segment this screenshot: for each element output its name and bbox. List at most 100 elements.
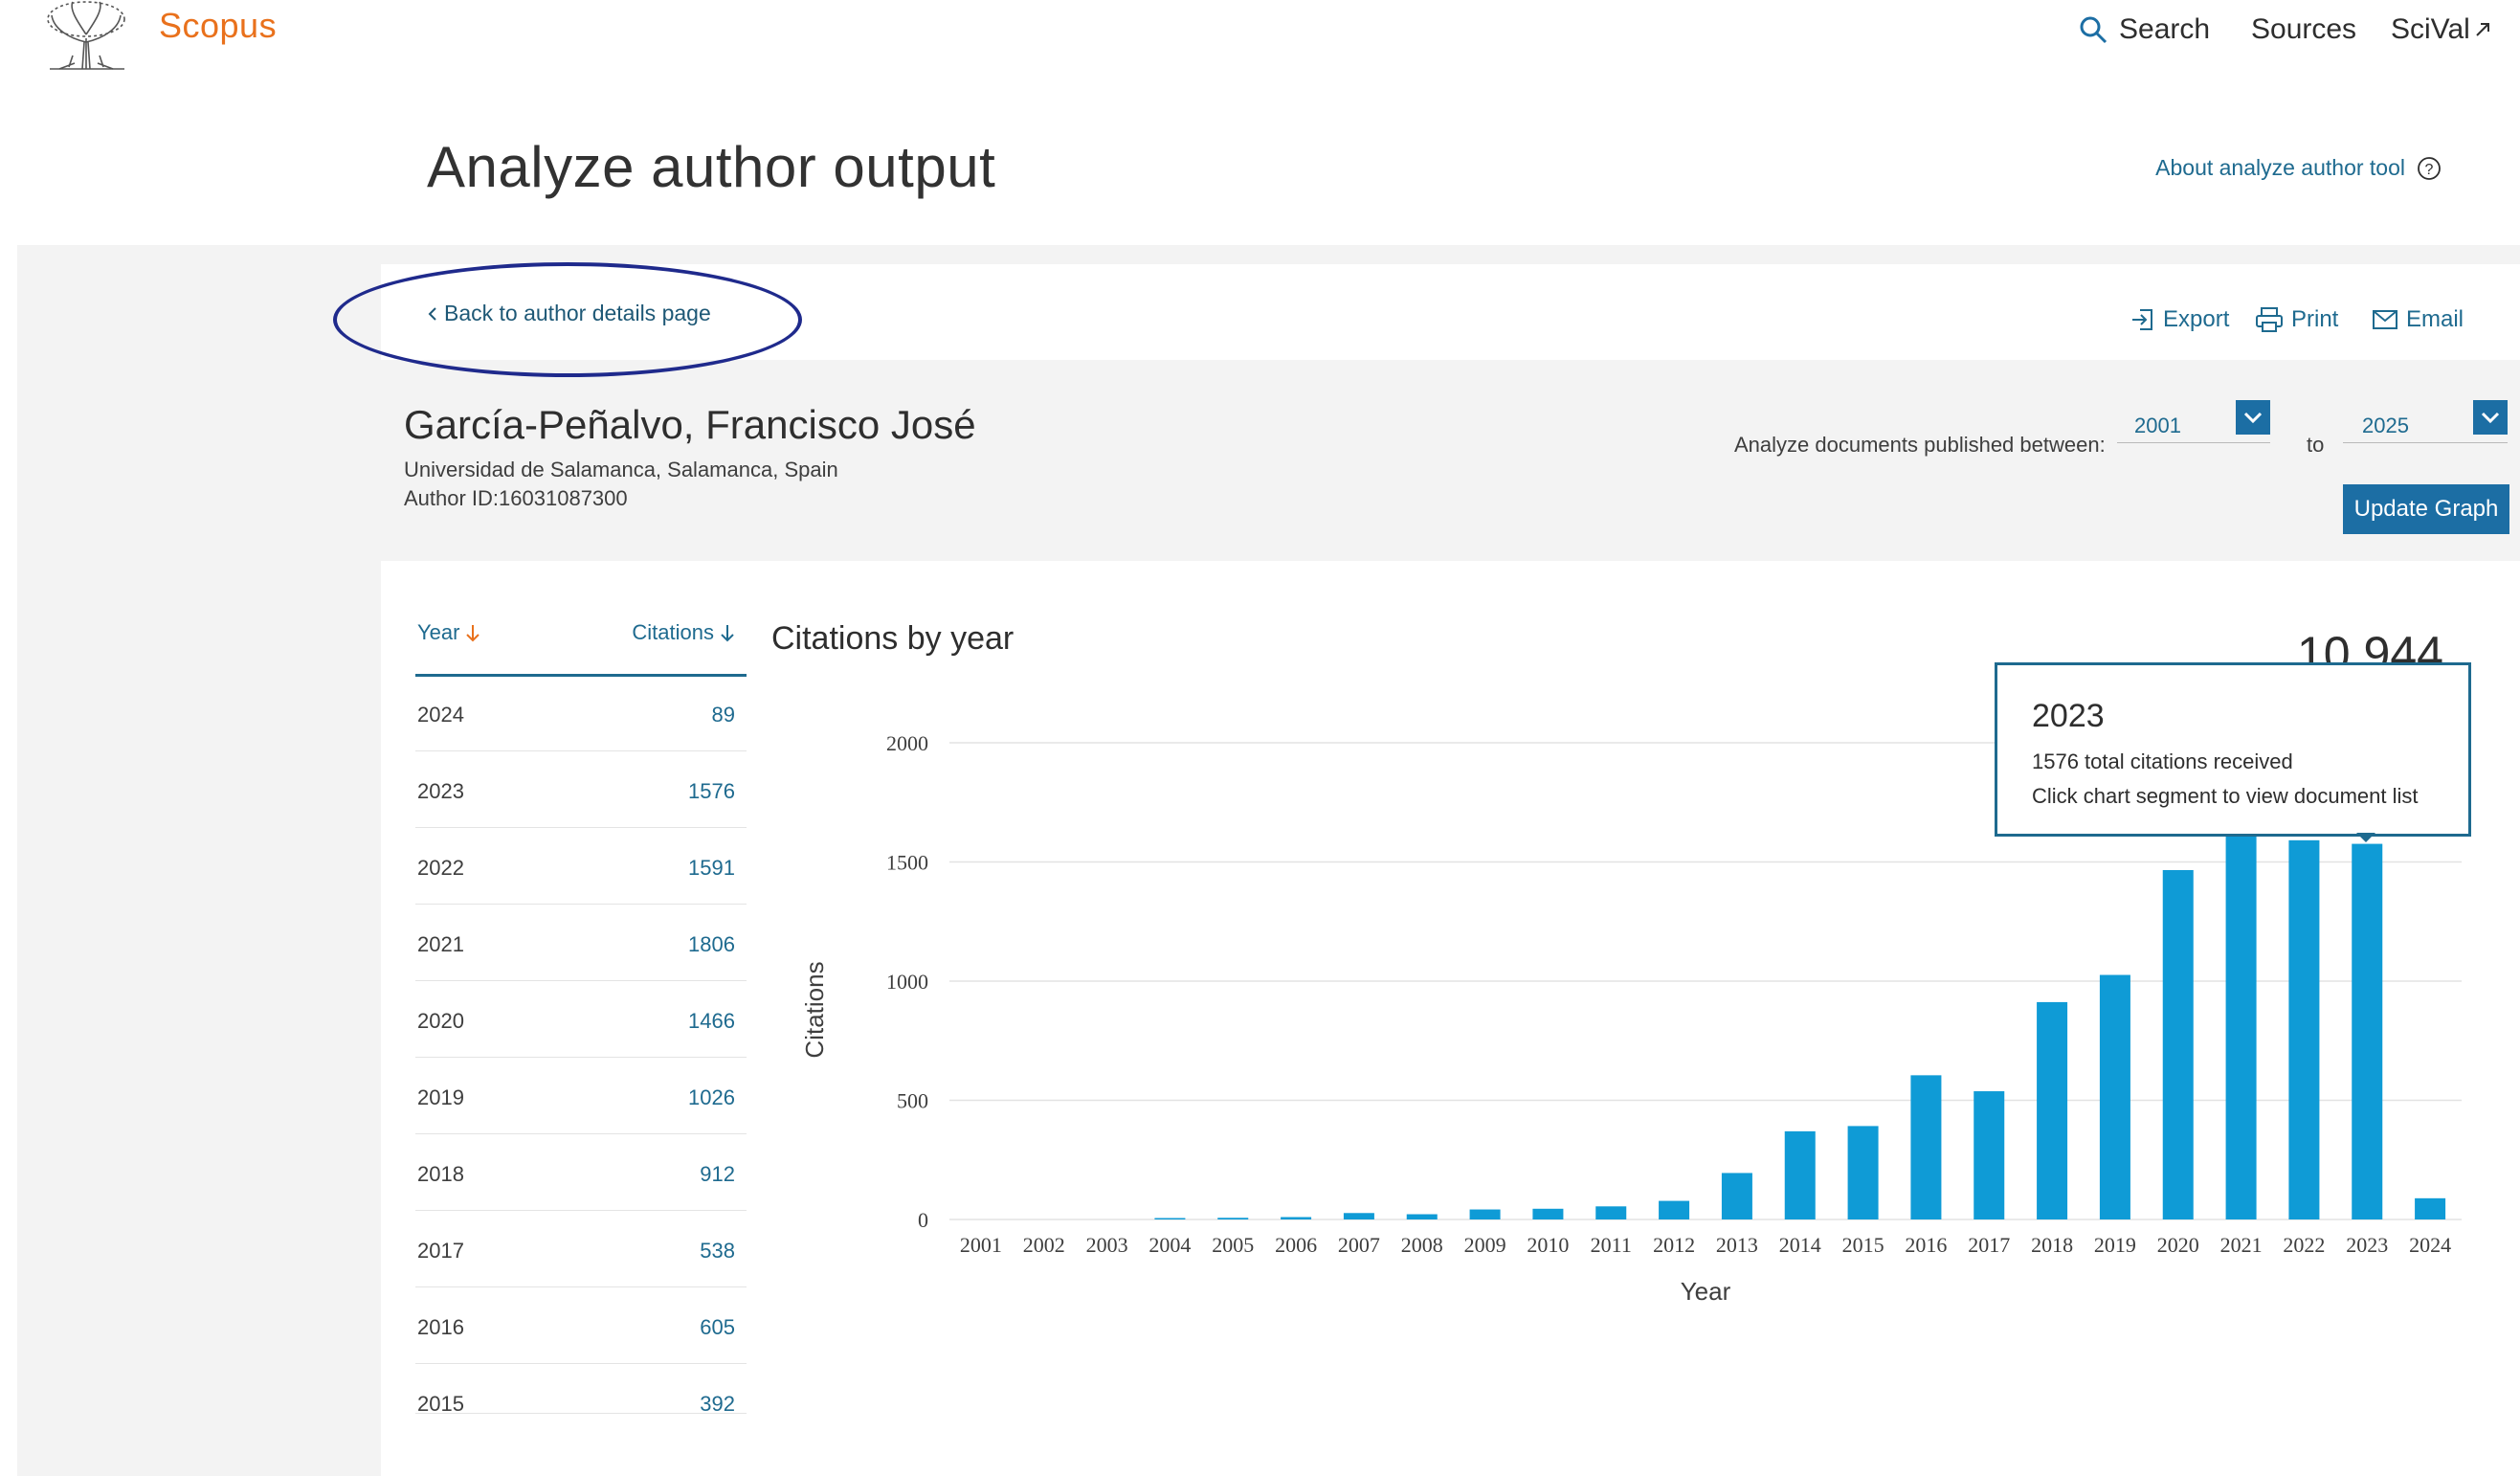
bar-2009[interactable]: [1469, 1209, 1501, 1219]
bar-2016[interactable]: [1910, 1075, 1942, 1219]
about-tool-label: About analyze author tool: [2155, 155, 2405, 180]
table-row: 2019 1026: [415, 1057, 747, 1134]
x-tick-label: 2021: [2220, 1233, 2263, 1257]
update-graph-button[interactable]: Update Graph: [2343, 484, 2509, 534]
x-tick-label: 2022: [2283, 1233, 2325, 1257]
row-citations-link[interactable]: 89: [712, 703, 735, 727]
y-tick-label: 1500: [886, 851, 928, 875]
back-to-author-link[interactable]: Back to author details page: [427, 301, 711, 326]
table-row: 2024 89: [415, 674, 747, 751]
row-year: 2015: [417, 1392, 464, 1414]
bar-2012[interactable]: [1659, 1200, 1690, 1219]
bar-2013[interactable]: [1721, 1173, 1752, 1219]
tooltip-total: 1576 total citations received: [2032, 749, 2293, 773]
citations-sort-header[interactable]: Citations: [632, 620, 737, 645]
nav-sources-label: Sources: [2251, 13, 2357, 45]
bar-2014[interactable]: [1784, 1130, 1816, 1219]
bar-2008[interactable]: [1406, 1214, 1438, 1219]
bar-2021[interactable]: [2225, 789, 2257, 1219]
row-citations-link[interactable]: 1026: [688, 1085, 735, 1110]
total-citations: 10,944: [2297, 627, 2442, 666]
year-sort-header[interactable]: Year: [417, 620, 482, 645]
about-tool-link[interactable]: About analyze author tool ?: [2155, 155, 2442, 181]
print-icon: [2256, 307, 2283, 332]
nav-search[interactable]: Search: [2079, 13, 2210, 46]
row-citations-link[interactable]: 1591: [688, 856, 735, 881]
x-tick-label: 2020: [2157, 1233, 2199, 1257]
bar-2011[interactable]: [1595, 1206, 1627, 1219]
arrow-down-icon: [721, 625, 734, 642]
x-tick-label: 2017: [1968, 1233, 2010, 1257]
row-year: 2020: [417, 1009, 464, 1033]
bar-2004[interactable]: [1154, 1218, 1186, 1220]
row-citations-link[interactable]: 605: [700, 1315, 735, 1340]
bar-2022[interactable]: [2288, 839, 2320, 1219]
citations-table-header: Year Citations: [415, 616, 747, 677]
external-link-icon: [2476, 23, 2489, 36]
row-year: 2024: [417, 703, 464, 727]
bar-2018[interactable]: [2037, 1001, 2068, 1219]
y-tick-label: 500: [897, 1089, 928, 1113]
bar-2005[interactable]: [1217, 1218, 1249, 1219]
table-row: 2021 1806: [415, 904, 747, 981]
elsevier-logo: [47, 1, 125, 70]
email-label: Email: [2406, 306, 2464, 332]
table-row: 2018 912: [415, 1133, 747, 1211]
row-year: 2018: [417, 1162, 464, 1186]
export-button[interactable]: Export: [2130, 306, 2229, 333]
author-affiliation: Universidad de Salamanca, Salamanca, Spa…: [404, 458, 838, 481]
scopus-brand[interactable]: Scopus: [159, 6, 277, 46]
x-tick-label: 2023: [2346, 1233, 2388, 1257]
row-year: 2023: [417, 779, 464, 803]
row-year: 2021: [417, 932, 464, 956]
table-row: 2023 1576: [415, 750, 747, 828]
row-year: 2017: [417, 1239, 464, 1263]
x-tick-label: 2018: [2031, 1233, 2073, 1257]
email-button[interactable]: Email: [2372, 306, 2464, 333]
range-to-label: to: [2307, 433, 2325, 457]
from-year-select[interactable]: 2001: [2117, 400, 2270, 443]
y-tick-label: 2000: [886, 731, 928, 755]
row-citations-link[interactable]: 1466: [688, 1009, 735, 1034]
x-tick-label: 2015: [1842, 1233, 1884, 1257]
nav-scival[interactable]: SciVal: [2391, 13, 2491, 46]
bar-2017[interactable]: [1974, 1091, 2005, 1219]
tooltip-year: 2023: [2032, 698, 2105, 734]
to-year-dropdown[interactable]: [2473, 400, 2508, 435]
bar-2010[interactable]: [1532, 1208, 1564, 1219]
row-citations-link[interactable]: 1576: [688, 779, 735, 804]
row-year: 2019: [417, 1085, 464, 1109]
author-name: García-Peñalvo, Francisco José: [404, 402, 976, 447]
print-button[interactable]: Print: [2255, 306, 2338, 333]
year-header-label: Year: [417, 620, 460, 644]
tooltip-pointer: [2356, 833, 2375, 842]
bar-2015[interactable]: [1847, 1126, 1879, 1219]
help-icon: ?: [2418, 156, 2441, 180]
chevron-down-icon: [2243, 412, 2263, 424]
row-citations-link[interactable]: 538: [700, 1239, 735, 1264]
x-tick-label: 2009: [1464, 1233, 1506, 1257]
bar-2019[interactable]: [2099, 974, 2130, 1219]
nav-scival-label: SciVal: [2391, 13, 2470, 45]
y-tick-label: 0: [918, 1208, 928, 1232]
row-citations-link[interactable]: 1806: [688, 932, 735, 957]
export-icon: [2132, 309, 2152, 330]
chevron-down-icon: [2481, 412, 2500, 424]
nav-sources[interactable]: Sources: [2251, 13, 2356, 46]
x-tick-label: 2024: [2409, 1233, 2451, 1257]
from-year-dropdown[interactable]: [2236, 400, 2270, 435]
bar-2006[interactable]: [1281, 1217, 1312, 1219]
row-citations-link[interactable]: 912: [700, 1162, 735, 1187]
bar-2024[interactable]: [2415, 1197, 2446, 1219]
back-link-label: Back to author details page: [444, 301, 711, 325]
bar-2020[interactable]: [2162, 869, 2194, 1219]
row-citations-link[interactable]: 392: [700, 1392, 735, 1413]
to-year-select[interactable]: 2025: [2343, 400, 2508, 443]
bar-2007[interactable]: [1343, 1213, 1374, 1219]
x-tick-label: 2013: [1716, 1233, 1758, 1257]
print-label: Print: [2291, 306, 2339, 332]
bar-2023[interactable]: [2352, 843, 2383, 1219]
x-axis-title: Year: [1681, 1277, 1731, 1306]
x-tick-label: 2019: [2094, 1233, 2136, 1257]
x-tick-label: 2007: [1338, 1233, 1380, 1257]
